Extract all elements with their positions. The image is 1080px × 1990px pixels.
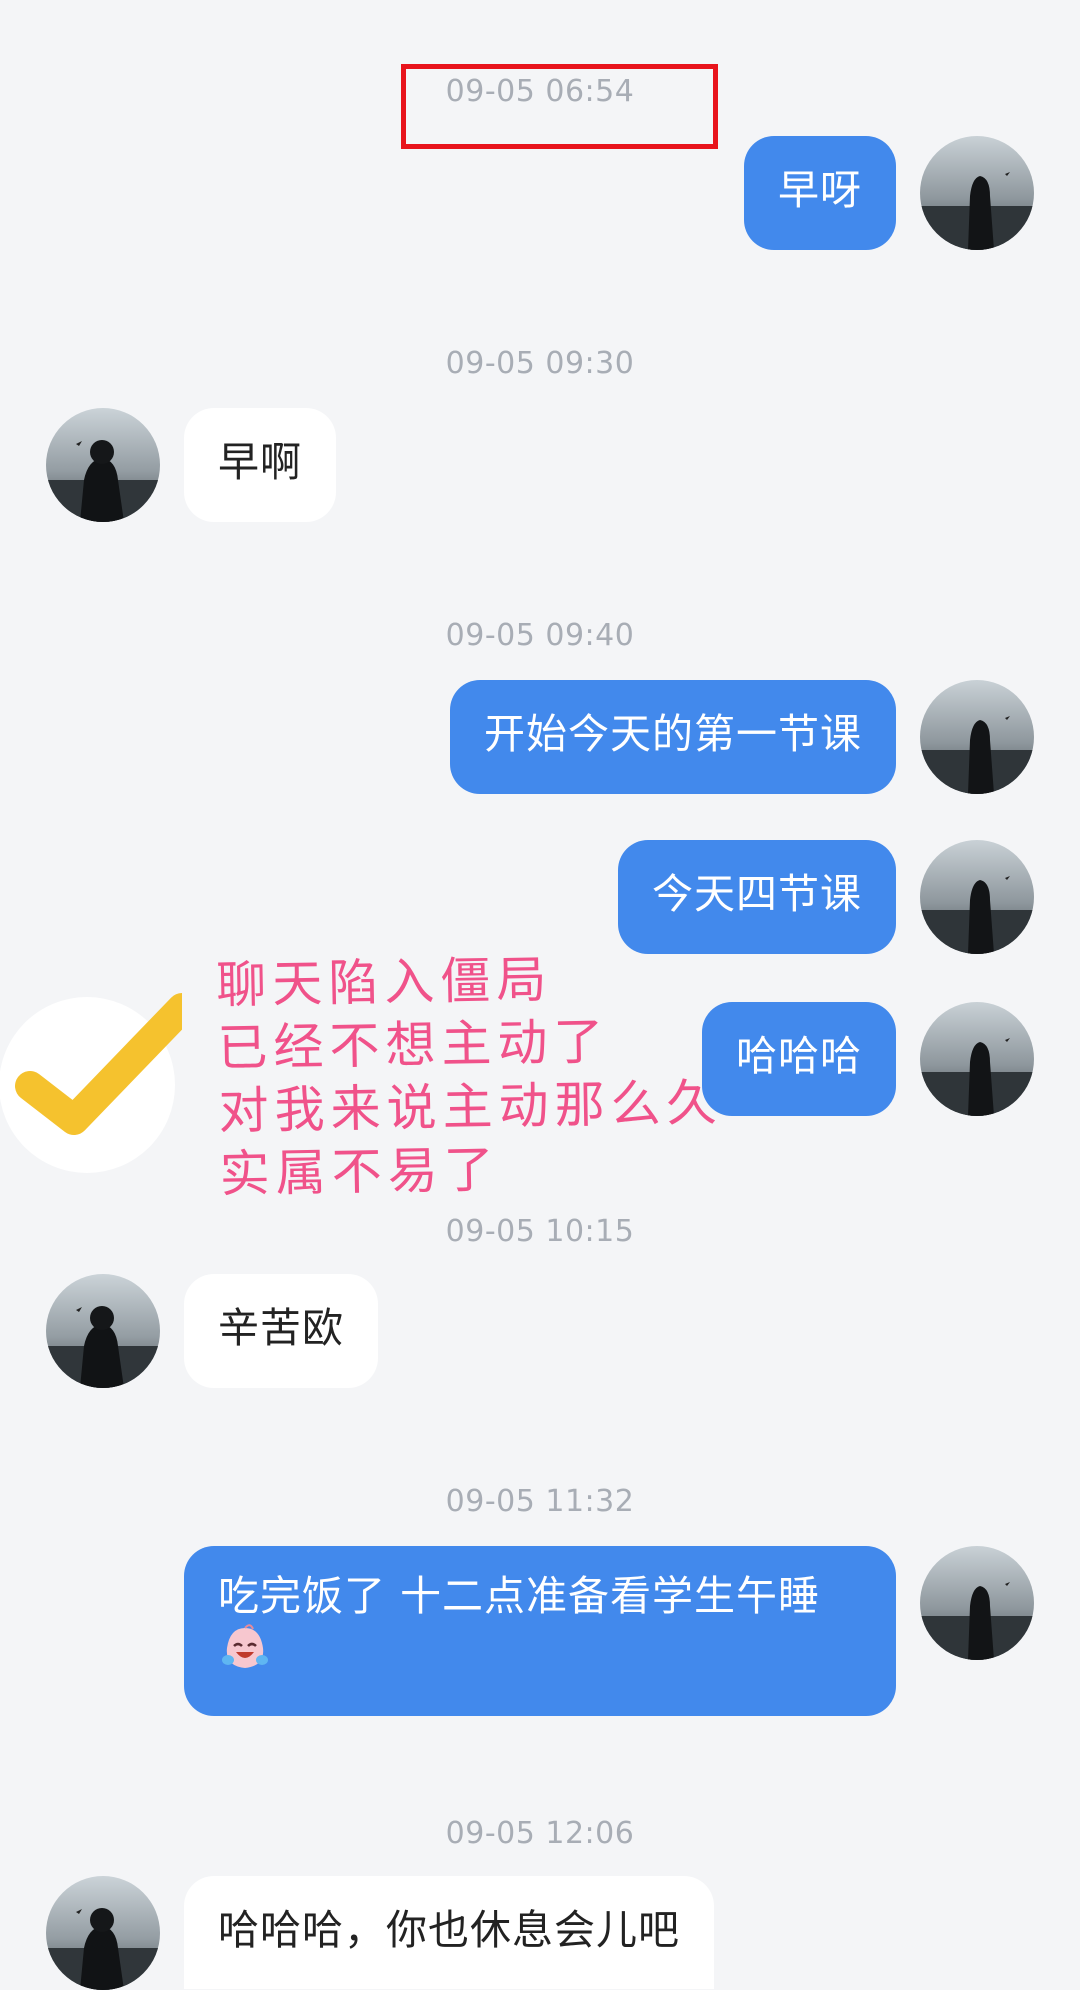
other-avatar[interactable]	[46, 1274, 160, 1388]
message-bubble-self[interactable]: 今天四节课	[618, 840, 896, 954]
message-bubble-self[interactable]: 早呀	[744, 136, 896, 250]
self-avatar[interactable]	[920, 1546, 1034, 1660]
timestamp: 09-05 09:30	[445, 346, 635, 381]
annotation-line: 实属不易了	[219, 1140, 501, 1204]
crying-laughing-emoji-icon	[220, 1624, 270, 1688]
message-bubble-self[interactable]: 开始今天的第一节课	[450, 680, 896, 794]
message-bubble-self[interactable]: 哈哈哈	[702, 1002, 896, 1116]
self-avatar[interactable]	[920, 840, 1034, 954]
timestamp: 09-05 10:15	[445, 1214, 635, 1249]
timestamp: 09-05 12:06	[445, 1816, 635, 1851]
message-bubble-other[interactable]: 早啊	[184, 408, 336, 522]
self-avatar[interactable]	[920, 136, 1034, 250]
timestamp: 09-05 09:40	[445, 618, 635, 653]
annotation-line: 聊天陷入僵局	[215, 950, 553, 1015]
message-bubble-other[interactable]: 辛苦欧	[184, 1274, 378, 1388]
message-bubble-other[interactable]: 哈哈哈，你也休息会儿吧	[184, 1876, 714, 1989]
highlight-box	[401, 64, 718, 149]
annotation-line: 已经不想主动了	[216, 1012, 610, 1078]
annotation-text: 聊天陷入僵局 已经不想主动了 对我来说主动那么久 实属不易了	[216, 946, 724, 1207]
timestamp: 09-05 11:32	[445, 1484, 635, 1519]
other-avatar[interactable]	[46, 1876, 160, 1990]
message-bubble-self[interactable]: 吃完饭了 十二点准备看学生午睡	[184, 1546, 896, 1716]
self-avatar[interactable]	[920, 680, 1034, 794]
other-avatar[interactable]	[46, 408, 160, 522]
check-mark-icon	[0, 990, 197, 1180]
self-avatar[interactable]	[920, 1002, 1034, 1116]
message-text: 吃完饭了 十二点准备看学生午睡	[218, 1572, 821, 1620]
annotation-line: 对我来说主动那么久	[218, 1073, 724, 1141]
